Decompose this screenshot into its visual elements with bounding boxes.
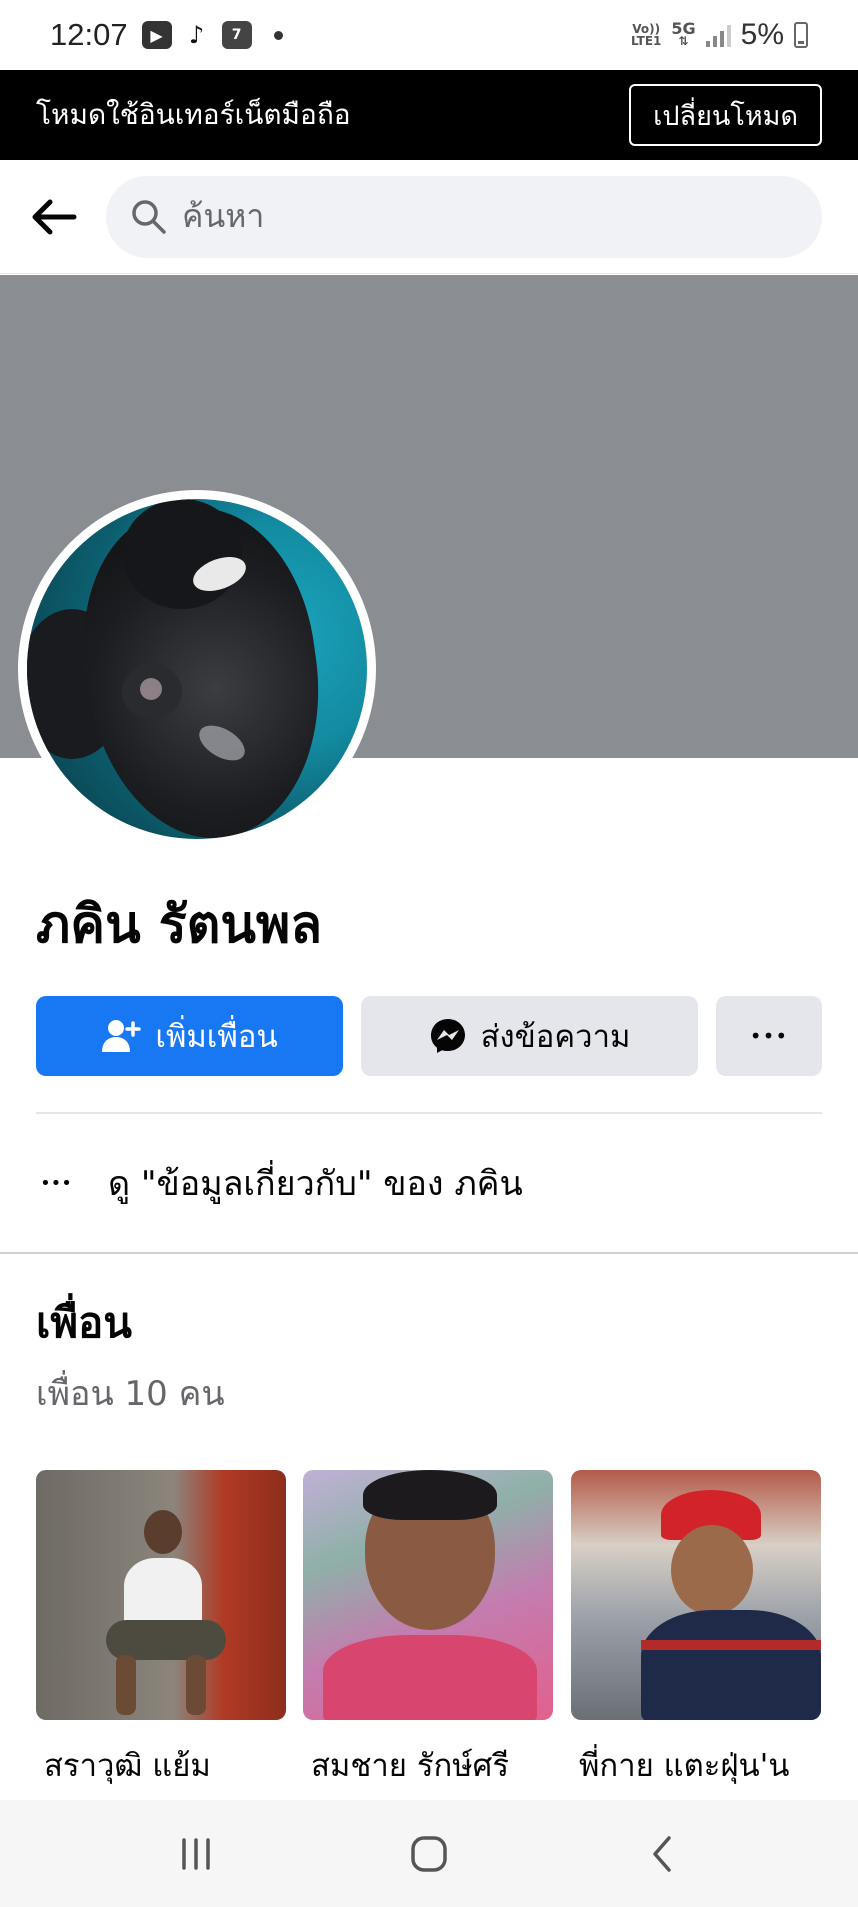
seven-eleven-icon: 7 (221, 21, 252, 49)
back-button[interactable] (26, 189, 82, 245)
recents-icon (182, 1837, 211, 1870)
friends-section-title: เพื่อน (36, 1298, 132, 1347)
messenger-icon (429, 1017, 467, 1055)
search-icon (132, 199, 166, 234)
section-divider (0, 1252, 858, 1254)
status-bar: 12:07 ▶ ♪ 7 Vo)) LTE1 5G ⇅ 5% (0, 0, 858, 70)
back-nav-button[interactable] (622, 1824, 702, 1884)
more-dots-icon: ••• (40, 1172, 72, 1194)
signal-icon (705, 23, 731, 47)
notification-dot-icon (273, 30, 283, 40)
status-time: 12:07 (50, 17, 128, 52)
add-friend-label: เพิ่มเพื่อน (155, 1019, 278, 1055)
search-input[interactable]: ค้นหา (106, 175, 822, 258)
friend-photo (571, 1470, 821, 1720)
system-nav-bar (0, 1800, 858, 1907)
friend-name: สมชาย รักษ์ศรี (311, 1748, 510, 1784)
youtube-icon: ▶ (141, 21, 172, 49)
tiktok-icon: ♪ (181, 21, 212, 49)
about-text: ดู "ข้อมูลเกี่ยวกับ" ของ ภคิน (108, 1164, 523, 1204)
friend-card[interactable]: สราวุฒิ แย้ม (36, 1470, 286, 1790)
about-link[interactable]: ••• ดู "ข้อมูลเกี่ยวกับ" ของ ภคิน (36, 1148, 822, 1218)
status-right: Vo)) LTE1 5G ⇅ 5% (631, 18, 808, 52)
profile-page: 12:07 ▶ ♪ 7 Vo)) LTE1 5G ⇅ 5% โหมดใช้อิน… (0, 0, 858, 1907)
message-button[interactable]: ส่งข้อความ (361, 996, 698, 1076)
battery-icon (794, 22, 808, 48)
profile-picture[interactable] (18, 490, 376, 848)
profile-name: ภคิน รัตนพล (36, 895, 323, 955)
friend-photo (303, 1470, 553, 1720)
search-placeholder: ค้นหา (182, 197, 265, 235)
friend-photo (36, 1470, 286, 1720)
profile-picture-image (27, 499, 367, 839)
volte-indicator: Vo)) LTE1 (631, 23, 661, 47)
divider (36, 1112, 822, 1114)
friend-name: พี่กาย แตะฝุ่น'น (579, 1748, 790, 1784)
home-icon (411, 1835, 447, 1872)
more-options-label: ••• (749, 1024, 789, 1048)
arrow-left-icon (32, 199, 77, 234)
search-header: ค้นหา (0, 160, 858, 274)
switch-mode-button[interactable]: เปลี่ยนโหมด (629, 84, 822, 146)
recents-button[interactable] (156, 1824, 236, 1884)
friend-name: สราวุฒิ แย้ม (44, 1748, 211, 1784)
network-5g-indicator: 5G ⇅ (671, 19, 696, 48)
person-add-icon (101, 1018, 142, 1054)
home-button[interactable] (389, 1824, 469, 1884)
battery-percent: 5% (740, 18, 784, 51)
message-label: ส่งข้อความ (480, 1019, 631, 1055)
back-icon (652, 1835, 671, 1872)
friend-card[interactable]: สมชาย รักษ์ศรี (303, 1470, 553, 1790)
more-options-button[interactable]: ••• (716, 996, 822, 1076)
lte-label: LTE1 (630, 34, 662, 48)
friend-card[interactable]: พี่กาย แตะฝุ่น'น (571, 1470, 821, 1790)
data-mode-text: โหมดใช้อินเทอร์เน็ตมือถือ (36, 98, 351, 131)
data-mode-banner: โหมดใช้อินเทอร์เน็ตมือถือ เปลี่ยนโหมด (0, 70, 858, 160)
friends-count[interactable]: เพื่อน 10 คน (36, 1366, 225, 1420)
add-friend-button[interactable]: เพิ่มเพื่อน (36, 996, 343, 1076)
profile-actions: เพิ่มเพื่อน ส่งข้อความ ••• (36, 996, 822, 1076)
